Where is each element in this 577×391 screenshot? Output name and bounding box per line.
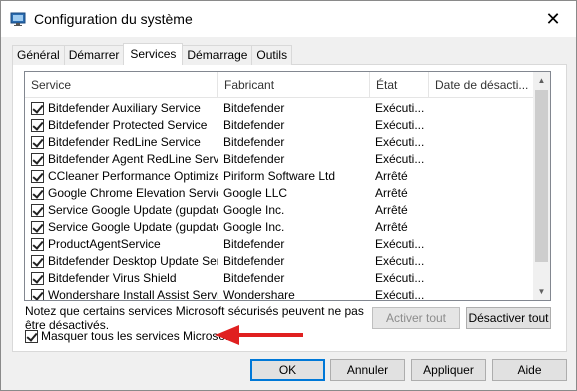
scrollbar-thumb[interactable]: [535, 90, 548, 262]
list-header: Service Fabricant État Date de désacti..…: [25, 72, 535, 98]
service-status: Exécuti...: [375, 271, 425, 285]
hide-microsoft-services-label: Masquer tous les services Microsoft: [41, 329, 232, 343]
service-name: Service Google Update (gupdatem): [48, 220, 218, 234]
service-status: Arrêté: [375, 169, 408, 183]
table-row[interactable]: Service Google Update (gupdatem) Google I…: [25, 219, 535, 236]
column-header-service[interactable]: Service: [25, 72, 218, 98]
service-manufacturer: Bitdefender: [223, 118, 285, 132]
service-manufacturer: Bitdefender: [223, 101, 285, 115]
table-row[interactable]: Bitdefender Auxiliary Service Bitdefender…: [25, 100, 535, 117]
service-manufacturer: Google Inc.: [223, 203, 285, 217]
service-status: Exécuti...: [375, 101, 425, 115]
table-row[interactable]: Google Chrome Elevation Servic... Google …: [25, 185, 535, 202]
service-checkbox[interactable]: [31, 221, 44, 234]
scroll-up-arrow-icon[interactable]: ▲: [533, 72, 550, 89]
table-row[interactable]: Service Google Update (gupdate) Google In…: [25, 202, 535, 219]
service-name: Wondershare Install Assist Service: [48, 288, 218, 301]
service-checkbox[interactable]: [31, 289, 44, 300]
service-rows: Bitdefender Auxiliary Service Bitdefender…: [25, 100, 535, 301]
service-manufacturer: Bitdefender: [223, 237, 285, 251]
table-row[interactable]: Bitdefender Virus Shield Bitdefender Exécu…: [25, 270, 535, 287]
service-status: Exécuti...: [375, 288, 425, 301]
service-name: Bitdefender Desktop Update Ser...: [48, 254, 218, 268]
table-row[interactable]: Bitdefender Desktop Update Ser... Bitdefe…: [25, 253, 535, 270]
table-row[interactable]: Bitdefender Agent RedLine Service Bitdefe…: [25, 151, 535, 168]
service-checkbox[interactable]: [31, 204, 44, 217]
tab-startup[interactable]: Démarrage: [182, 45, 253, 65]
service-status: Arrêté: [375, 203, 408, 217]
service-checkbox[interactable]: [31, 136, 44, 149]
service-manufacturer: Google Inc.: [223, 220, 285, 234]
service-checkbox[interactable]: [31, 153, 44, 166]
help-button[interactable]: Aide: [492, 359, 567, 381]
service-manufacturer: Bitdefender: [223, 271, 285, 285]
table-row[interactable]: Bitdefender Protected Service Bitdefender…: [25, 117, 535, 134]
column-header-manufacturer[interactable]: Fabricant: [218, 72, 370, 98]
service-status: Exécuti...: [375, 152, 425, 166]
vertical-scrollbar[interactable]: ▲ ▼: [533, 72, 550, 300]
apply-button[interactable]: Appliquer: [411, 359, 486, 381]
tab-services[interactable]: Services: [123, 43, 184, 65]
tab-strip: Général Démarrer Services Démarrage Outi…: [12, 42, 293, 65]
ok-button[interactable]: OK: [250, 359, 325, 381]
service-status: Exécuti...: [375, 254, 425, 268]
microsoft-services-note: Notez que certains services Microsoft sé…: [25, 304, 364, 332]
service-name: Bitdefender Protected Service: [48, 118, 208, 132]
system-configuration-window: Configuration du système ✕ Général Démar…: [0, 0, 577, 391]
hide-microsoft-services-checkbox[interactable]: [25, 330, 38, 343]
disable-all-button[interactable]: Désactiver tout: [466, 307, 551, 329]
service-name: CCleaner Performance Optimizer...: [48, 169, 218, 183]
service-status: Exécuti...: [375, 118, 425, 132]
enable-all-button[interactable]: Activer tout: [372, 307, 460, 329]
column-header-status[interactable]: État: [370, 72, 429, 98]
services-list[interactable]: Service Fabricant État Date de désacti..…: [24, 71, 551, 301]
service-name: Bitdefender Auxiliary Service: [48, 101, 201, 115]
service-name: Service Google Update (gupdate): [48, 203, 218, 217]
service-status: Exécuti...: [375, 237, 425, 251]
scroll-down-arrow-icon[interactable]: ▼: [533, 283, 550, 300]
service-status: Arrêté: [375, 220, 408, 234]
close-button[interactable]: ✕: [530, 1, 576, 37]
red-arrow-annotation-icon: [215, 325, 303, 345]
column-header-date-disabled[interactable]: Date de désacti...: [429, 72, 535, 98]
service-checkbox[interactable]: [31, 238, 44, 251]
tab-general[interactable]: Général: [12, 45, 65, 65]
service-checkbox[interactable]: [31, 272, 44, 285]
service-name: Bitdefender RedLine Service: [48, 135, 201, 149]
service-checkbox[interactable]: [31, 255, 44, 268]
service-status: Arrêté: [375, 186, 408, 200]
title-bar: Configuration du système ✕: [1, 1, 576, 37]
service-checkbox[interactable]: [31, 119, 44, 132]
table-row[interactable]: Wondershare Install Assist Service Wonder…: [25, 287, 535, 301]
service-manufacturer: Bitdefender: [223, 135, 285, 149]
service-manufacturer: Piriform Software Ltd: [223, 169, 336, 183]
service-name: ProductAgentService: [48, 237, 161, 251]
service-checkbox[interactable]: [31, 102, 44, 115]
cancel-button[interactable]: Annuler: [330, 359, 405, 381]
service-manufacturer: Google LLC: [223, 186, 288, 200]
service-checkbox[interactable]: [31, 187, 44, 200]
tab-tools[interactable]: Outils: [251, 45, 293, 65]
close-icon: ✕: [545, 8, 561, 29]
service-manufacturer: Bitdefender: [223, 152, 285, 166]
service-manufacturer: Bitdefender: [223, 254, 285, 268]
table-row[interactable]: ProductAgentService Bitdefender Exécuti...: [25, 236, 535, 253]
service-checkbox[interactable]: [31, 170, 44, 183]
window-title: Configuration du système: [34, 11, 193, 27]
service-manufacturer: Wondershare: [223, 288, 295, 301]
service-status: Exécuti...: [375, 135, 425, 149]
table-row[interactable]: CCleaner Performance Optimizer... Pirifor…: [25, 168, 535, 185]
service-name: Bitdefender Agent RedLine Service: [48, 152, 218, 166]
system-config-icon: [10, 12, 26, 26]
tab-boot[interactable]: Démarrer: [63, 45, 125, 65]
table-row[interactable]: Bitdefender RedLine Service Bitdefender Ex…: [25, 134, 535, 151]
service-name: Bitdefender Virus Shield: [48, 271, 177, 285]
service-name: Google Chrome Elevation Servic...: [48, 186, 218, 200]
